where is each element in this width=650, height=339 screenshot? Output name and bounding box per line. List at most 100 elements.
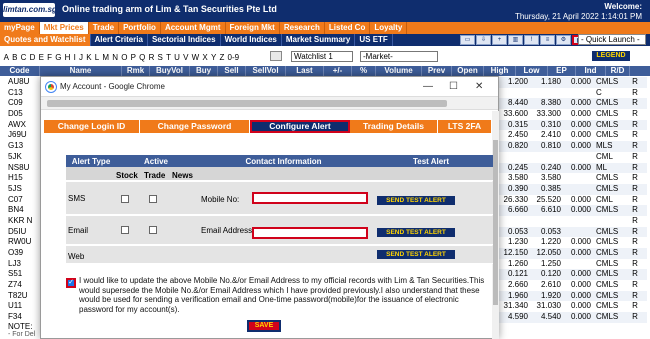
- alpha-b[interactable]: B: [11, 53, 20, 62]
- stock-code[interactable]: U11: [8, 301, 32, 312]
- stock-code[interactable]: C13: [8, 88, 32, 99]
- quote-row[interactable]: 12.150 12.050 0.000 CMLS R: [497, 248, 647, 259]
- quote-row[interactable]: 31.340 31.030 0.000 CMLS R: [497, 301, 647, 312]
- quote-row[interactable]: 2.660 2.610 0.000 CMLS R: [497, 280, 647, 291]
- quote-row[interactable]: 0.121 0.120 0.000 CMLS R: [497, 269, 647, 281]
- email-address-input[interactable]: [252, 227, 368, 239]
- stock-code[interactable]: T82U: [8, 291, 32, 302]
- quote-row[interactable]: 0.820 0.810 0.000 MLS R: [497, 141, 647, 152]
- dialog-scroll-thumb[interactable]: [493, 140, 498, 305]
- tab-lts-2fa[interactable]: LTS 2FA: [438, 120, 492, 133]
- alpha-k[interactable]: K: [85, 53, 94, 62]
- subnav-alert-criteria[interactable]: Alert Criteria: [91, 34, 148, 46]
- subnav-us-etf[interactable]: US ETF: [355, 34, 393, 46]
- stock-code[interactable]: S51: [8, 269, 32, 280]
- stock-code[interactable]: LJ3: [8, 259, 32, 270]
- stock-code[interactable]: 5JK: [8, 152, 32, 163]
- quote-row[interactable]: 4.590 4.540 0.000 CMLS R: [497, 312, 647, 323]
- col-name[interactable]: Name: [40, 66, 122, 76]
- stock-code[interactable]: RW0U: [8, 237, 32, 248]
- stock-code[interactable]: H15: [8, 173, 32, 184]
- col-low[interactable]: Low: [516, 66, 548, 76]
- quote-row[interactable]: 8.440 8.380 0.000 CMLS R: [497, 98, 647, 110]
- quote-row[interactable]: 0.315 0.310 0.000 CMLS R: [497, 119, 647, 131]
- col-open[interactable]: Open: [452, 66, 484, 76]
- alpha-u[interactable]: U: [173, 53, 182, 62]
- stock-code[interactable]: AWX: [8, 120, 32, 131]
- tab-change-login-id[interactable]: Change Login ID: [44, 120, 140, 133]
- stock-code[interactable]: AU8U: [8, 77, 32, 88]
- quote-row[interactable]: CML R: [497, 152, 647, 163]
- alpha-l[interactable]: L: [93, 53, 101, 62]
- col-high[interactable]: High: [484, 66, 516, 76]
- subnav-market-summary[interactable]: Market Summary: [282, 34, 356, 46]
- alpha-q[interactable]: Q: [138, 53, 147, 62]
- nav-portfolio[interactable]: Portfolio: [119, 22, 161, 34]
- stock-code[interactable]: D05: [8, 109, 32, 120]
- market-select[interactable]: -Market-: [360, 51, 438, 62]
- stock-code[interactable]: O39: [8, 248, 32, 259]
- col-prev[interactable]: Prev: [422, 66, 452, 76]
- col-sell[interactable]: Sell: [218, 66, 246, 76]
- list-icon[interactable]: ≡: [540, 35, 555, 45]
- settings-icon[interactable]: ⚙: [556, 35, 571, 45]
- add-icon[interactable]: +: [492, 35, 507, 45]
- col-ind[interactable]: Ind: [576, 66, 606, 76]
- alpha-s[interactable]: S: [156, 53, 165, 62]
- watchlist-select[interactable]: Watchlist 1: [291, 51, 353, 62]
- alpha-n[interactable]: N: [111, 53, 120, 62]
- subnav-world-indices[interactable]: World Indices: [221, 34, 282, 46]
- nav-listed-co[interactable]: Listed Co: [325, 22, 371, 34]
- col-ep[interactable]: EP: [548, 66, 576, 76]
- nav-trade[interactable]: Trade: [89, 22, 120, 34]
- stock-code[interactable]: G13: [8, 141, 32, 152]
- quote-row[interactable]: 0.245 0.240 0.000 ML R: [497, 162, 647, 174]
- alpha-z[interactable]: Z: [218, 53, 226, 62]
- col-last[interactable]: Last: [286, 66, 324, 76]
- alpha-t[interactable]: T: [164, 53, 172, 62]
- quote-row[interactable]: 33.600 33.300 0.000 CMLS R: [497, 109, 647, 120]
- legend-button[interactable]: LEGEND: [592, 51, 630, 61]
- alpha-j[interactable]: J: [77, 53, 84, 62]
- alpha-g[interactable]: G: [54, 53, 63, 62]
- brand-logo[interactable]: limtan.com.sg: [3, 3, 57, 17]
- quote-row[interactable]: 2.450 2.410 0.000 CMLS R: [497, 130, 647, 141]
- alpha-x[interactable]: X: [201, 53, 210, 62]
- nav-mkt-prices[interactable]: Mkt Prices: [39, 22, 89, 34]
- alert-icon[interactable]: !: [524, 35, 539, 45]
- alpha-o[interactable]: O: [120, 53, 129, 62]
- quote-row[interactable]: 0.053 0.053 CMLS R: [497, 226, 647, 238]
- quote-row[interactable]: 1.230 1.220 0.000 CMLS R: [497, 237, 647, 248]
- quote-row[interactable]: 1.200 1.180 0.000 CMLS R: [497, 77, 647, 88]
- export-icon[interactable]: ⇩: [476, 35, 491, 45]
- stock-code[interactable]: C09: [8, 98, 32, 109]
- email-stock-checkbox[interactable]: [121, 226, 129, 234]
- col-rmk[interactable]: Rmk: [122, 66, 150, 76]
- alpha-y[interactable]: Y: [209, 53, 218, 62]
- tab-trading-details[interactable]: Trading Details: [350, 120, 438, 133]
- col-change[interactable]: +/-: [324, 66, 352, 76]
- stock-code[interactable]: C07: [8, 195, 32, 206]
- nav-foreign-mkt[interactable]: Foreign Mkt: [226, 22, 280, 34]
- subnav-quotes-watchlist[interactable]: Quotes and Watchlist: [0, 34, 91, 46]
- col-percent[interactable]: %: [352, 66, 376, 76]
- alpha-m[interactable]: M: [101, 53, 111, 62]
- col-volume[interactable]: Volume: [376, 66, 422, 76]
- tab-change-password[interactable]: Change Password: [140, 120, 250, 133]
- alpha-h[interactable]: H: [63, 53, 72, 62]
- col-code[interactable]: Code: [0, 66, 40, 76]
- col-sellvol[interactable]: SellVol: [246, 66, 286, 76]
- printer-icon[interactable]: ▭: [460, 35, 475, 45]
- close-icon[interactable]: ✕: [475, 81, 483, 92]
- save-button[interactable]: SAVE: [247, 320, 281, 332]
- email-send-test-alert-button[interactable]: SEND TEST ALERT: [377, 228, 455, 237]
- alpha-d[interactable]: D: [28, 53, 37, 62]
- quote-row[interactable]: 1.260 1.250 CMLS R: [497, 259, 647, 270]
- prev-page-button[interactable]: [270, 51, 282, 61]
- email-trade-checkbox[interactable]: [149, 226, 157, 234]
- sms-send-test-alert-button[interactable]: SEND TEST ALERT: [377, 196, 455, 205]
- maximize-icon[interactable]: ☐: [449, 81, 458, 92]
- quote-row[interactable]: 26.330 25.520 0.000 CML R: [497, 195, 647, 206]
- sms-trade-checkbox[interactable]: [149, 195, 157, 203]
- stock-code[interactable]: D5IU: [8, 227, 32, 238]
